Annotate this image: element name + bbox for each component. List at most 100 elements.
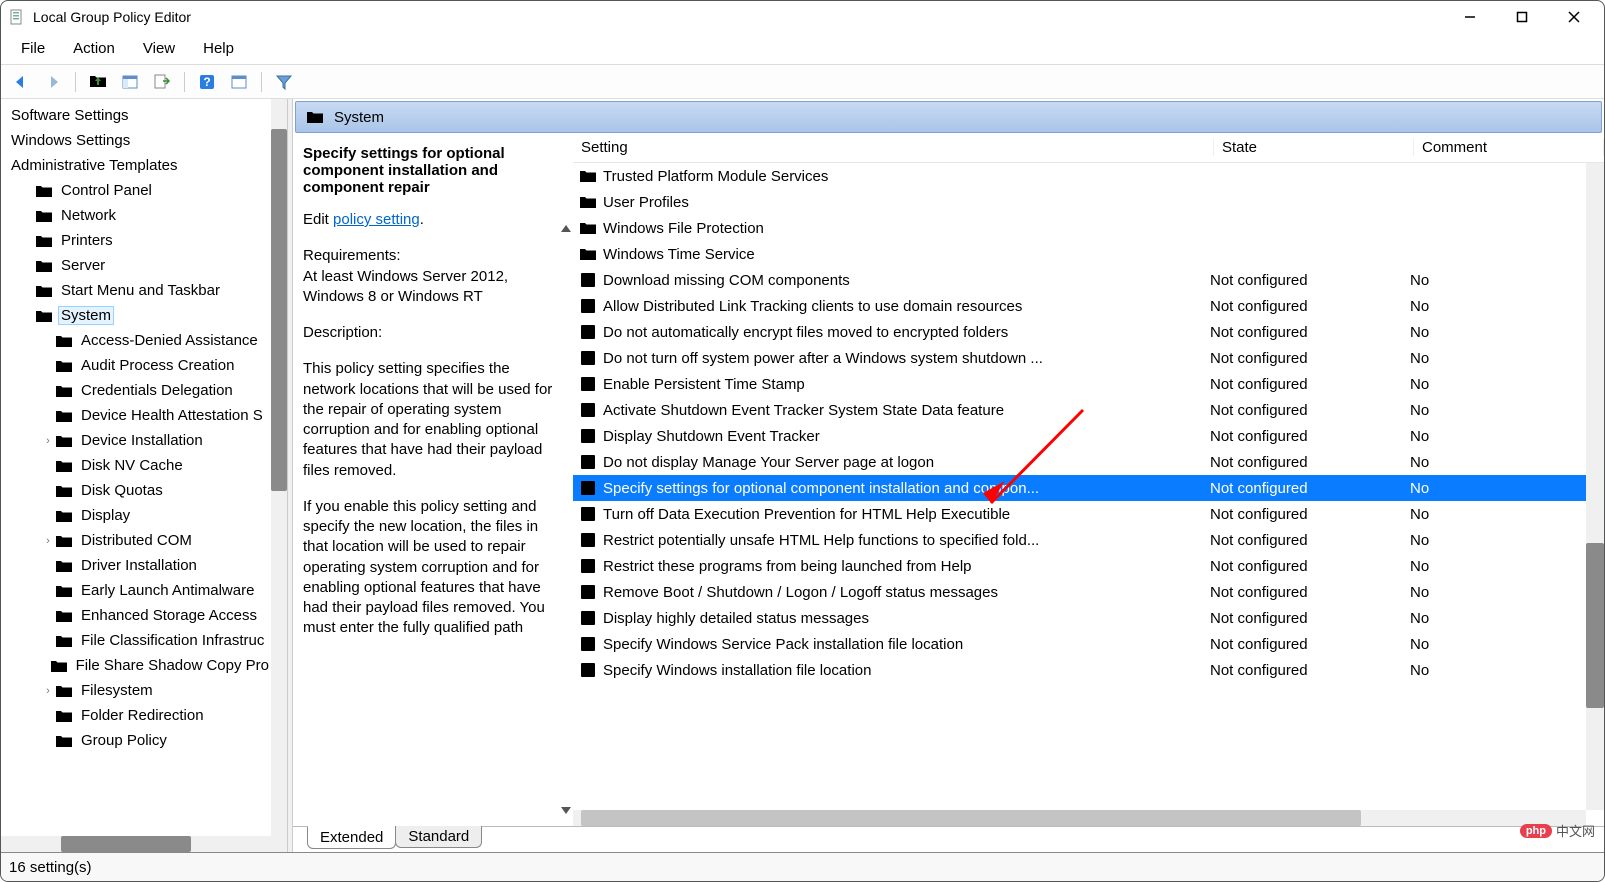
table-row[interactable]: User Profiles xyxy=(573,189,1604,215)
tree-item[interactable]: Device Health Attestation S xyxy=(1,403,271,428)
nav-forward-button[interactable] xyxy=(39,68,67,96)
edit-label: Edit xyxy=(303,211,333,228)
row-comment: No xyxy=(1410,480,1600,497)
row-comment: No xyxy=(1410,584,1600,601)
tree-item[interactable]: File Classification Infrastruc xyxy=(1,628,271,653)
row-setting: Windows Time Service xyxy=(603,246,1210,263)
filter-button[interactable] xyxy=(270,68,298,96)
table-row[interactable]: Restrict these programs from being launc… xyxy=(573,553,1604,579)
tree-item[interactable]: ›Device Installation xyxy=(1,428,271,453)
table-row[interactable]: Specify Windows Service Pack installatio… xyxy=(573,631,1604,657)
row-setting: Restrict these programs from being launc… xyxy=(603,558,1210,575)
row-comment: No xyxy=(1410,428,1600,445)
table-row[interactable]: Specify settings for optional component … xyxy=(573,475,1604,501)
tree-item[interactable]: Early Launch Antimalware xyxy=(1,578,271,603)
row-state: Not configured xyxy=(1210,662,1410,679)
close-button[interactable] xyxy=(1560,3,1588,31)
table-row[interactable]: Display highly detailed status messagesN… xyxy=(573,605,1604,631)
row-state: Not configured xyxy=(1210,428,1410,445)
col-comment[interactable]: Comment xyxy=(1414,139,1604,156)
tree-item[interactable]: Group Policy xyxy=(1,728,271,753)
tree-item[interactable]: Network xyxy=(1,203,271,228)
table-row[interactable]: Trusted Platform Module Services xyxy=(573,163,1604,189)
table-row[interactable]: Activate Shutdown Event Tracker System S… xyxy=(573,397,1604,423)
tree-item[interactable]: Windows Settings xyxy=(1,128,271,153)
tree-item[interactable]: Control Panel xyxy=(1,178,271,203)
tree-item[interactable]: Folder Redirection xyxy=(1,703,271,728)
table-row[interactable]: Remove Boot / Shutdown / Logon / Logoff … xyxy=(573,579,1604,605)
help-button[interactable]: ? xyxy=(193,68,221,96)
tree-item[interactable]: System xyxy=(1,303,271,328)
table-row[interactable]: Restrict potentially unsafe HTML Help fu… xyxy=(573,527,1604,553)
folder-icon xyxy=(579,246,597,262)
tree-item[interactable]: Disk Quotas xyxy=(1,478,271,503)
row-setting: Allow Distributed Link Tracking clients … xyxy=(603,298,1210,315)
row-state: Not configured xyxy=(1210,532,1410,549)
app-icon xyxy=(9,9,25,25)
row-setting: Download missing COM components xyxy=(603,272,1210,289)
edit-policy-link[interactable]: policy setting xyxy=(333,211,420,228)
col-state[interactable]: State xyxy=(1214,139,1414,156)
row-state: Not configured xyxy=(1210,350,1410,367)
tree-item[interactable]: ›Distributed COM xyxy=(1,528,271,553)
table-row[interactable]: Turn off Data Execution Prevention for H… xyxy=(573,501,1604,527)
table-row[interactable]: Enable Persistent Time StampNot configur… xyxy=(573,371,1604,397)
tree-item[interactable]: Server xyxy=(1,253,271,278)
menu-view[interactable]: View xyxy=(129,36,189,61)
row-comment: No xyxy=(1410,532,1600,549)
folder-icon xyxy=(579,220,597,236)
minimize-button[interactable] xyxy=(1456,3,1484,31)
tree-item[interactable]: Driver Installation xyxy=(1,553,271,578)
tree-item[interactable]: Audit Process Creation xyxy=(1,353,271,378)
tree-item[interactable]: Start Menu and Taskbar xyxy=(1,278,271,303)
table-row[interactable]: Download missing COM componentsNot confi… xyxy=(573,267,1604,293)
description-p1: This policy setting specifies the networ… xyxy=(303,359,563,481)
properties-button[interactable] xyxy=(225,68,253,96)
tree-item[interactable]: Display xyxy=(1,503,271,528)
menu-file[interactable]: File xyxy=(7,36,59,61)
menu-help[interactable]: Help xyxy=(189,36,248,61)
row-state: Not configured xyxy=(1210,272,1410,289)
maximize-button[interactable] xyxy=(1508,3,1536,31)
nav-back-button[interactable] xyxy=(7,68,35,96)
list-vscrollbar[interactable] xyxy=(1586,163,1604,810)
row-comment: No xyxy=(1410,610,1600,627)
setting-icon xyxy=(579,428,597,444)
tree-item[interactable]: Credentials Delegation xyxy=(1,378,271,403)
row-setting: Display Shutdown Event Tracker xyxy=(603,428,1210,445)
list-hscrollbar[interactable] xyxy=(573,810,1586,826)
row-comment: No xyxy=(1410,402,1600,419)
up-folder-button[interactable] xyxy=(84,68,112,96)
tab-extended[interactable]: Extended xyxy=(307,826,396,849)
tree-item[interactable]: ›Filesystem xyxy=(1,678,271,703)
tree-item[interactable]: Administrative Templates xyxy=(1,153,271,178)
detail-scrollbar[interactable] xyxy=(559,133,573,826)
row-setting: Specify Windows Service Pack installatio… xyxy=(603,636,1210,653)
table-row[interactable]: Windows Time Service xyxy=(573,241,1604,267)
row-setting: Enable Persistent Time Stamp xyxy=(603,376,1210,393)
setting-icon xyxy=(579,610,597,626)
table-row[interactable]: Windows File Protection xyxy=(573,215,1604,241)
table-row[interactable]: Do not turn off system power after a Win… xyxy=(573,345,1604,371)
tree-item[interactable]: Printers xyxy=(1,228,271,253)
show-hide-tree-button[interactable] xyxy=(116,68,144,96)
table-row[interactable]: Display Shutdown Event TrackerNot config… xyxy=(573,423,1604,449)
tree-vscrollbar[interactable] xyxy=(271,99,287,836)
tree-item[interactable]: Access-Denied Assistance xyxy=(1,328,271,353)
tree-item[interactable]: Software Settings xyxy=(1,103,271,128)
export-button[interactable] xyxy=(148,68,176,96)
tree-hscrollbar[interactable] xyxy=(1,836,287,852)
table-row[interactable]: Specify Windows installation file locati… xyxy=(573,657,1604,683)
tab-standard[interactable]: Standard xyxy=(395,826,482,848)
setting-icon xyxy=(579,298,597,314)
tree-item[interactable]: Enhanced Storage Access xyxy=(1,603,271,628)
menu-action[interactable]: Action xyxy=(59,36,129,61)
row-comment: No xyxy=(1410,558,1600,575)
row-state: Not configured xyxy=(1210,454,1410,471)
table-row[interactable]: Do not automatically encrypt files moved… xyxy=(573,319,1604,345)
table-row[interactable]: Allow Distributed Link Tracking clients … xyxy=(573,293,1604,319)
tree-item[interactable]: Disk NV Cache xyxy=(1,453,271,478)
table-row[interactable]: Do not display Manage Your Server page a… xyxy=(573,449,1604,475)
tree-item[interactable]: File Share Shadow Copy Pro xyxy=(1,653,271,678)
col-setting[interactable]: Setting xyxy=(573,139,1214,156)
